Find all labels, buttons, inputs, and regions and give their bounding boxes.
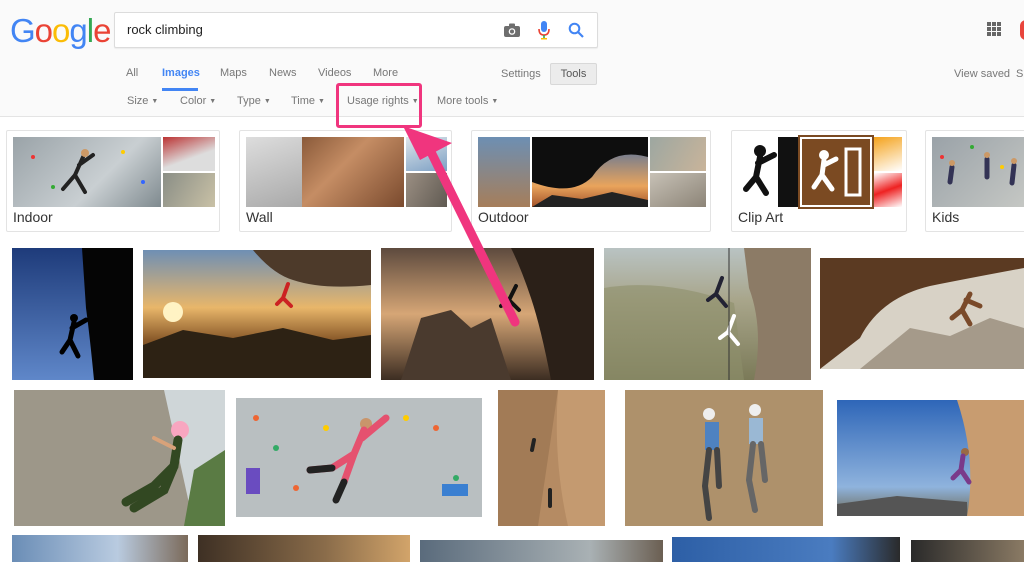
tab-news[interactable]: News [269, 67, 297, 79]
category-thumbnail [478, 137, 530, 207]
caret-down-icon: ▼ [491, 98, 499, 105]
category-thumbnail [738, 137, 798, 207]
settings-link[interactable]: Settings [501, 68, 541, 80]
safesearch-link[interactable]: S [1016, 68, 1023, 80]
category-label: Kids [932, 209, 960, 225]
tab-images[interactable]: Images [162, 67, 200, 79]
search-icon[interactable] [565, 19, 587, 41]
caret-down-icon: ▼ [263, 98, 271, 105]
camera-icon[interactable] [501, 19, 523, 41]
category-thumbnail [406, 173, 447, 207]
category-thumbnail [163, 137, 215, 171]
tab-videos[interactable]: Videos [318, 67, 351, 79]
logo-letter: e [93, 12, 111, 49]
category-thumbnail [932, 137, 1024, 207]
google-logo[interactable]: Google [10, 12, 111, 50]
result-image[interactable] [381, 248, 594, 380]
result-image[interactable] [672, 537, 900, 562]
filter-type[interactable]: Type ▼ [237, 95, 271, 107]
result-image[interactable] [604, 248, 811, 380]
result-image[interactable] [14, 390, 225, 526]
category-thumbnail [532, 137, 648, 207]
search-box[interactable]: rock climbing [114, 12, 598, 48]
filter-size[interactable]: Size ▼ [127, 95, 158, 107]
caret-down-icon: ▼ [151, 98, 159, 105]
result-image[interactable] [236, 398, 482, 517]
category-label: Outdoor [478, 209, 529, 225]
result-image[interactable] [143, 250, 371, 378]
active-tab-indicator [162, 88, 198, 91]
logo-letter: o [52, 12, 70, 49]
logo-letter: g [69, 12, 87, 49]
category-label: Clip Art [738, 209, 784, 225]
search-input[interactable]: rock climbing [127, 22, 203, 37]
filter-type-label: Type [237, 95, 261, 107]
category-thumbnail [874, 173, 902, 207]
filter-color-label: Color [180, 95, 207, 107]
category-card-kids[interactable]: Kids [925, 130, 1024, 232]
result-image[interactable] [625, 390, 823, 526]
filter-time-label: Time [291, 95, 316, 107]
category-thumbnail [246, 137, 302, 207]
avatar[interactable] [1020, 20, 1024, 40]
result-image[interactable] [198, 535, 410, 562]
logo-letter: G [10, 12, 36, 49]
category-thumbnail [650, 137, 706, 171]
tab-maps[interactable]: Maps [220, 67, 247, 79]
category-label: Indoor [13, 209, 53, 225]
tools-button[interactable]: Tools [550, 63, 597, 85]
category-thumbnail [163, 173, 215, 207]
result-image[interactable] [837, 400, 1024, 516]
category-card-indoor[interactable]: Indoor [6, 130, 220, 232]
result-image[interactable] [911, 540, 1024, 562]
result-image[interactable] [820, 258, 1024, 369]
filter-color[interactable]: Color ▼ [180, 95, 216, 107]
category-thumbnail [406, 137, 447, 171]
result-image[interactable] [12, 248, 133, 380]
apps-grid-icon[interactable] [987, 22, 1001, 36]
category-thumbnail [874, 137, 902, 171]
category-card-clip-art[interactable]: Clip Art [731, 130, 907, 232]
tab-more[interactable]: More [373, 67, 398, 79]
category-thumbnail [302, 137, 404, 207]
view-saved-link[interactable]: View saved [954, 68, 1010, 80]
filter-time[interactable]: Time ▼ [291, 95, 325, 107]
result-image[interactable] [12, 535, 188, 562]
caret-down-icon: ▼ [318, 98, 325, 105]
annotation-highlight-box [336, 83, 422, 128]
caret-down-icon: ▼ [209, 98, 217, 105]
microphone-icon[interactable] [533, 19, 555, 41]
tab-all[interactable]: All [126, 67, 138, 79]
result-image[interactable] [420, 540, 663, 562]
logo-letter: o [34, 12, 53, 49]
category-card-outdoor[interactable]: Outdoor [471, 130, 711, 232]
category-thumbnail [650, 173, 706, 207]
category-thumbnail [13, 137, 161, 207]
filter-more-tools[interactable]: More tools ▼ [437, 95, 498, 107]
category-thumbnail [798, 135, 874, 209]
search-header: Google rock climbing All Images Maps New… [0, 0, 1024, 117]
result-image[interactable] [498, 390, 605, 526]
filter-more-tools-label: More tools [437, 95, 489, 107]
filter-size-label: Size [127, 95, 149, 107]
category-label: Wall [246, 209, 273, 225]
category-card-wall[interactable]: Wall [239, 130, 452, 232]
